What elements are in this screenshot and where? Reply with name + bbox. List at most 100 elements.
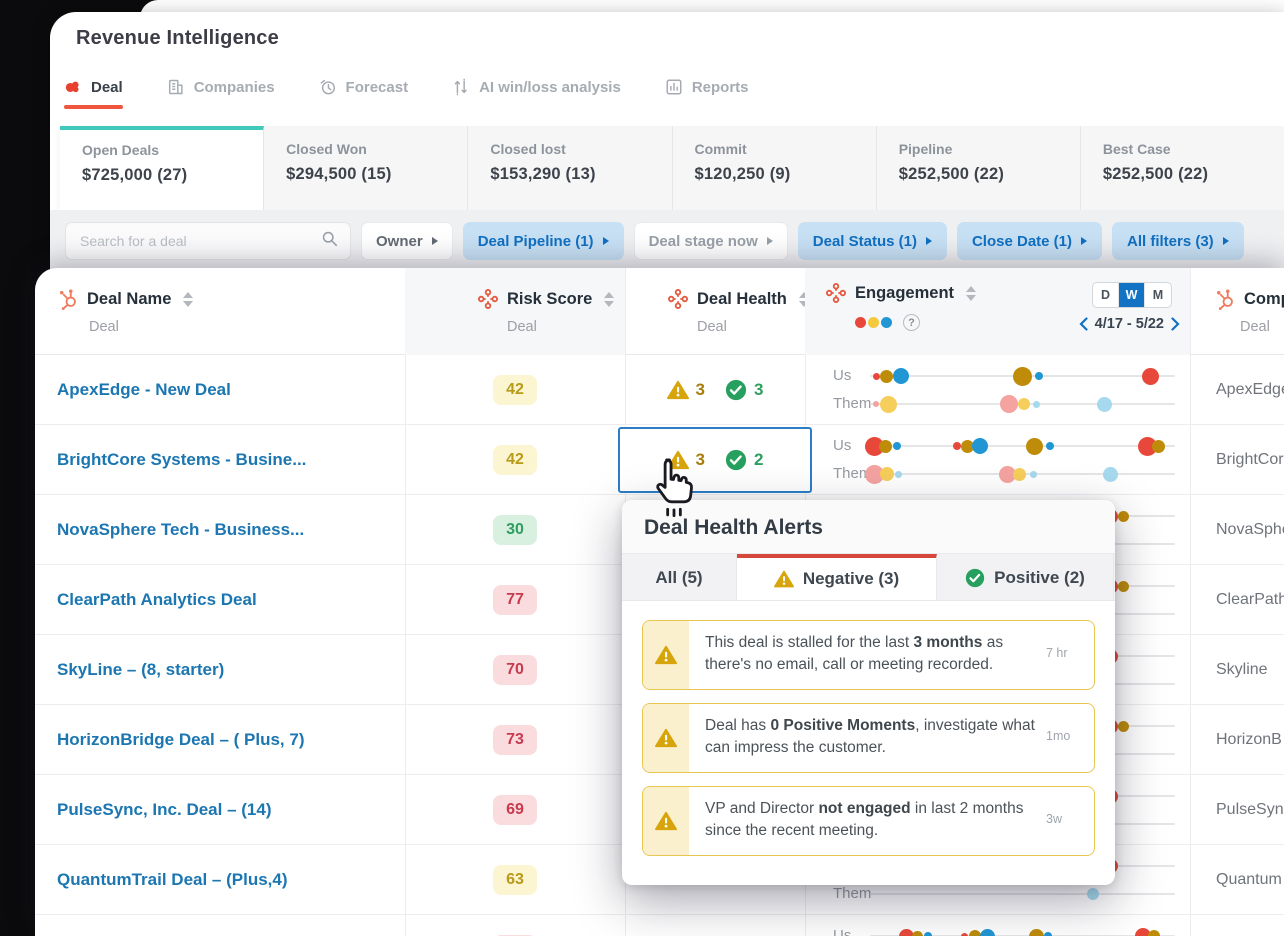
period-toggle-m[interactable]: M [1145,283,1171,307]
period-toggle: DWM [1092,282,1172,308]
engagement-dot-olive [1026,437,1044,455]
filter-button-deal-status-1-[interactable]: Deal Status (1) [797,222,947,260]
risk-score-badge: 69 [493,795,537,825]
risk-score-cell: 63 [405,845,625,915]
engagement-dot-blue [1045,442,1054,450]
nav-tab-ai-win-loss-analysis[interactable]: AI win/loss analysis [452,78,621,109]
deal-health-cell[interactable]: 3 3 [625,355,805,425]
engagement-dot-blue [1044,932,1053,936]
engagement-dot-red [961,932,969,936]
engagement-dot-pink [873,401,880,407]
filter-button-deal-stage-now[interactable]: Deal stage now [633,222,788,260]
period-toggle-d[interactable]: D [1093,283,1119,307]
deal-name-link[interactable]: SkyLine – (8, starter) [57,635,397,705]
risk-score-cell: 77 [405,565,625,635]
nav-tab-deal[interactable]: Deal [64,78,123,109]
engagement-cell: Us Them [805,355,1190,425]
nav-tab-reports[interactable]: Reports [665,78,749,109]
nav-tab-companies[interactable]: Companies [167,78,275,109]
deal-name-link[interactable]: BrightCore Systems - Busine... [57,425,397,495]
caret-right-icon [1222,237,1229,245]
filter-button-all-filters-3-[interactable]: All filters (3) [1112,222,1244,260]
deal-name-link[interactable]: ClearPath Analytics Deal [57,565,397,635]
deal-name-link[interactable] [57,915,397,936]
summary-card-open-deals[interactable]: Open Deals $725,000 (27) [60,126,265,210]
popup-tab-negative-3-[interactable]: Negative (3) [737,554,937,600]
risk-score-cell [405,915,625,936]
period-toggle-w[interactable]: W [1119,283,1145,307]
app-cross-icon [667,288,689,310]
column-header-company[interactable]: Comp Deal [1190,268,1284,355]
search-input[interactable] [78,232,321,250]
engagement-them-timeline [870,893,1175,895]
engagement-them-label: Them [833,395,872,412]
column-header-risk-score[interactable]: Risk Score Deal [405,268,625,355]
summary-card-pipeline[interactable]: Pipeline $252,500 (22) [876,126,1081,210]
alert-card: VP and Director not engaged in last 2 mo… [642,786,1095,856]
nav-tab-forecast[interactable]: Forecast [319,78,408,109]
sort-risk-score[interactable] [604,291,615,307]
deal-name-link[interactable]: PulseSync, Inc. Deal – (14) [57,775,397,845]
column-header-deal-name[interactable]: Deal Name Deal [35,268,405,355]
reports-icon [665,78,683,96]
filter-button-owner[interactable]: Owner [361,222,453,260]
popup-tab-label: Positive (2) [994,568,1085,587]
summary-card-commit[interactable]: Commit $120,250 (9) [672,126,877,210]
popup-tab-all-5-[interactable]: All (5) [622,554,737,600]
engagement-dot-blue [971,438,988,454]
filter-button-close-date-1-[interactable]: Close Date (1) [956,222,1102,260]
popup-tab-positive-2-[interactable]: Positive (2) [937,554,1114,600]
engagement-dot-olive [1117,720,1129,732]
engagement-us-label: Us [833,927,852,936]
column-title: Comp [1244,289,1284,308]
risk-score-cell: 42 [405,425,625,495]
sort-engagement[interactable] [966,285,977,301]
filter-buttons: Owner Deal Pipeline (1) Deal stage now D… [361,222,1244,260]
search-box[interactable] [65,222,351,260]
deal-name-link[interactable]: HorizonBridge Deal – ( Plus, 7) [57,705,397,775]
company-cell: Quantum [1216,871,1282,888]
column-header-deal-health[interactable]: Deal Health Deal [625,268,809,355]
engagement-dot-lightblue [1103,466,1119,482]
chevron-left-icon[interactable] [1079,317,1088,331]
risk-score-badge: 42 [493,445,537,475]
filter-button-label: Deal Pipeline (1) [477,232,594,250]
app-cross-icon [477,288,499,310]
legend-dot-yellow [868,317,879,328]
hand-cursor-icon [645,455,703,522]
sort-deal-name[interactable] [183,291,194,307]
deal-health-cell[interactable] [625,915,805,936]
nav-tabs: Deal Companies Forecast AI win/loss anal… [64,78,749,109]
engagement-dot-yellow [879,467,894,481]
summary-card-value: $120,250 (9) [694,165,791,183]
check-icon [725,379,747,401]
nav-tab-label: Companies [193,78,275,96]
company-cell: Skyline [1216,661,1268,678]
table-header: Deal Name Deal Risk Score Deal Deal Heal… [35,268,1284,355]
deal-name-link[interactable]: NovaSphere Tech - Business... [57,495,397,565]
summary-card-label: Open Deals [82,142,160,158]
summary-card-best-case[interactable]: Best Case $252,500 (22) [1080,126,1284,210]
deal-name-link[interactable]: QuantumTrail Deal – (Plus,4) [57,845,397,915]
chevron-right-icon[interactable] [1171,317,1180,331]
negative-alerts: 3 [666,379,705,401]
engagement-dot-olive [1013,366,1032,386]
filter-button-deal-pipeline-1-[interactable]: Deal Pipeline (1) [462,222,624,260]
deal-name-link[interactable]: ApexEdge - New Deal [57,355,397,425]
engagement-dot-blue [979,928,995,936]
nav-tab-label: AI win/loss analysis [479,78,621,96]
summary-card-value: $725,000 (27) [82,166,188,184]
summary-card-closed-lost[interactable]: Closed lost $153,290 (13) [468,126,673,210]
warning-icon [643,787,689,855]
date-range: 4/17 - 5/22 [1079,316,1180,332]
summary-card-closed-won[interactable]: Closed Won $294,500 (15) [264,126,469,210]
engagement-us-label: Us [833,437,852,454]
risk-score-badge: 42 [493,375,537,405]
help-icon[interactable]: ? [903,314,920,331]
company-cell: BrightCor [1216,451,1284,468]
engagement-dot-olive [1151,439,1165,453]
companies-icon [167,78,185,96]
column-header-engagement[interactable]: Engagement ? DWM 4/17 - 5/22 [805,268,1190,355]
positive-count: 2 [754,450,764,469]
summary-card-label: Closed lost [490,141,566,157]
